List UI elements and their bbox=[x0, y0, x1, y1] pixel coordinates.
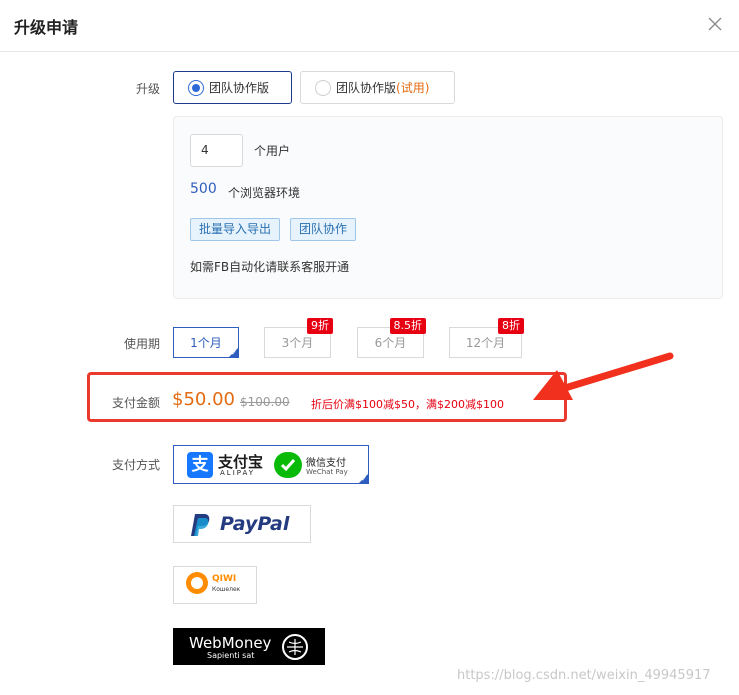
browser-count: 500 bbox=[190, 181, 217, 197]
payment-option-alipay-wechat[interactable]: 支 支付宝 ALIPAY 微信支付 WeChat Pay ✓ bbox=[173, 445, 369, 484]
close-icon[interactable] bbox=[703, 12, 727, 36]
payment-method-label: 支付方式 bbox=[111, 458, 160, 472]
upgrade-option-label: 团队协作版 bbox=[209, 81, 270, 95]
upgrade-option-label: 团队协作版 bbox=[336, 81, 397, 95]
upgrade-option-team[interactable]: 团队协作版 bbox=[173, 71, 292, 104]
upgrade-label: 升级 bbox=[135, 82, 160, 96]
promo-text: 折后价满$100减$50，满$200减$100 bbox=[311, 398, 504, 411]
webmoney-globe-icon bbox=[282, 634, 308, 660]
amount-label: 支付金额 bbox=[111, 396, 160, 410]
period-option-label: 3个月 bbox=[281, 336, 314, 350]
user-unit: 个用户 bbox=[254, 144, 291, 158]
payment-option-qiwi[interactable]: QIWI Кошелек bbox=[173, 566, 257, 604]
dialog-header: 升级申请 bbox=[0, 0, 739, 52]
tag-team-collab: 团队协作 bbox=[290, 218, 357, 241]
period-option-label: 1个月 bbox=[190, 336, 222, 350]
qiwi-name: QIWI bbox=[212, 574, 237, 584]
wechat-logo-icon bbox=[274, 452, 302, 478]
red-arrow-icon bbox=[533, 352, 674, 400]
original-price: $100.00 bbox=[240, 395, 290, 409]
wechat-cn: 微信支付 bbox=[306, 458, 346, 469]
discount-badge: 8.5折 bbox=[389, 318, 426, 334]
webmoney-name: WebMoney bbox=[189, 634, 272, 652]
payment-option-webmoney[interactable]: WebMoney Sapienti sat bbox=[173, 628, 325, 665]
period-label: 使用期 bbox=[123, 337, 160, 351]
alipay-logo-icon: 支 bbox=[187, 452, 213, 478]
plan-note: 如需FB自动化请联系客服开通 bbox=[190, 260, 350, 274]
trial-suffix: (试用) bbox=[396, 81, 430, 95]
upgrade-option-team-trial[interactable]: 团队协作版 (试用) bbox=[300, 71, 455, 104]
period-option-label: 12个月 bbox=[465, 336, 506, 350]
paypal-logo-icon bbox=[188, 512, 214, 538]
period-option-6-months[interactable]: 6个月 8.5折 bbox=[357, 318, 426, 358]
user-count-input[interactable]: 4 bbox=[190, 134, 243, 167]
period-option-label: 6个月 bbox=[374, 336, 407, 350]
check-icon: ✓ bbox=[231, 349, 237, 357]
qiwi-logo-icon bbox=[186, 572, 208, 594]
check-icon: ✓ bbox=[361, 475, 367, 483]
tag-batch-import-export: 批量导入导出 bbox=[190, 218, 281, 241]
qiwi-sub: Кошелек bbox=[212, 586, 241, 593]
period-option-3-months[interactable]: 3个月 9折 bbox=[264, 318, 333, 358]
payment-option-paypal[interactable]: PayPal bbox=[173, 505, 311, 543]
radio-checked-icon bbox=[188, 79, 204, 96]
alipay-en: ALIPAY bbox=[220, 469, 256, 477]
browser-unit: 个浏览器环境 bbox=[228, 186, 301, 200]
dialog-title: 升级申请 bbox=[14, 18, 79, 37]
paypal-name: PayPal bbox=[220, 513, 290, 535]
discounted-price: $50.00 bbox=[172, 389, 235, 410]
period-option-12-months[interactable]: 12个月 8折 bbox=[449, 318, 524, 358]
webmoney-sub: Sapienti sat bbox=[207, 651, 255, 660]
radio-unchecked-icon bbox=[315, 79, 331, 96]
wechat-en: WeChat Pay bbox=[306, 468, 348, 476]
period-option-1-month[interactable]: 1个月 ✓ bbox=[173, 327, 239, 358]
discount-badge: 8折 bbox=[498, 318, 524, 334]
watermark-text: https://blog.csdn.net/weixin_49945917 bbox=[457, 668, 711, 683]
discount-badge: 9折 bbox=[307, 318, 333, 334]
